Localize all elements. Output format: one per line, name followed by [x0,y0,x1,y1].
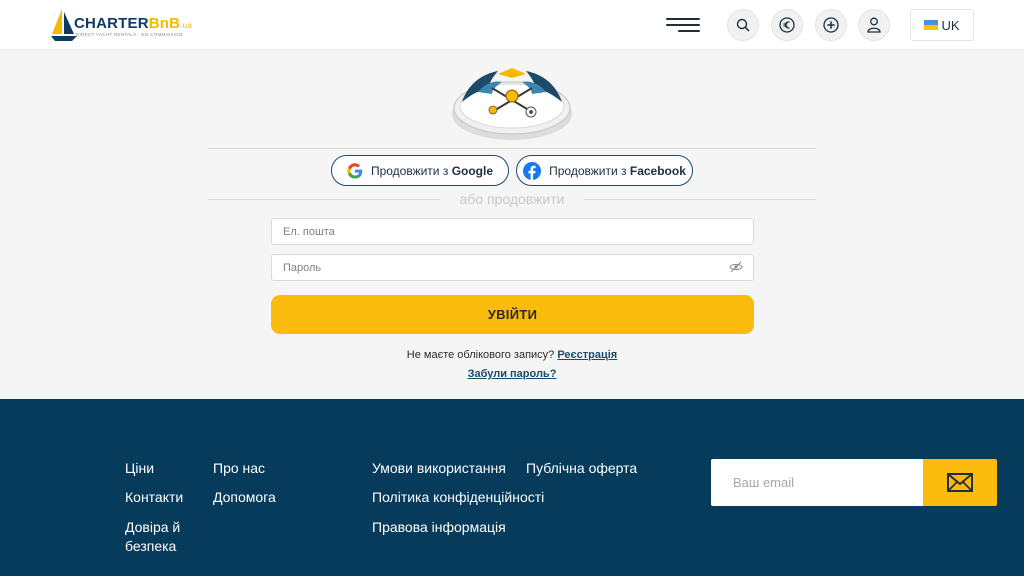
logo-wordmark: CHARTERBnB.ua [74,15,192,32]
email-field[interactable] [271,218,754,245]
add-listing-button[interactable] [815,9,847,41]
charterbnb-logo[interactable]: CHARTERBnB.ua DIRECT YACHT RENTALS · NO … [50,6,210,42]
facebook-login-label: Продовжити з Facebook [549,163,686,178]
footer-link-legal[interactable]: Правова інформація [372,518,506,537]
no-account-text: Не маєте облікового запису? [406,349,555,361]
menu-button[interactable] [666,16,700,34]
footer-link-trust-safety[interactable]: Довіра й безпека [125,518,195,556]
account-button[interactable] [858,9,890,41]
menu-icon [678,30,700,32]
footer-link-prices[interactable]: Ціни [125,459,154,478]
footer-link-privacy[interactable]: Політика конфіденційності [372,488,544,507]
search-button[interactable] [727,9,759,41]
envelope-icon [947,473,973,492]
login-submit-button[interactable]: УВІЙТИ [271,295,754,334]
flag-ua-icon [924,20,939,30]
search-icon [736,18,750,32]
menu-icon [666,24,700,26]
google-login-button[interactable]: Продовжити з Google [331,155,509,186]
top-divider [208,148,816,149]
eye-toggle-icon[interactable] [729,261,743,273]
language-selector[interactable]: UK [910,9,974,41]
nautical-emblem-image [452,68,572,140]
forgot-password-link[interactable]: Забули пароль? [468,368,557,380]
newsletter-form [711,459,997,506]
footer-link-about[interactable]: Про нас [213,459,265,478]
logo-tagline: DIRECT YACHT RENTALS · NO COMMISSION [76,32,183,37]
forgot-password-line: Забули пароль? [0,368,1024,380]
footer-link-help[interactable]: Допомога [213,488,276,507]
currency-button[interactable] [771,9,803,41]
newsletter-email-input[interactable] [711,459,923,506]
site-header: CHARTERBnB.ua DIRECT YACHT RENTALS · NO … [0,0,1024,50]
register-link[interactable]: Реєстрація [557,349,617,361]
facebook-login-button[interactable]: Продовжити з Facebook [516,155,693,186]
newsletter-submit-button[interactable] [923,459,997,506]
menu-icon [666,18,700,20]
plus-circle-icon [823,17,839,33]
no-account-line: Не маєте облікового запису? Реєстрація [0,349,1024,361]
language-label: UK [941,17,960,33]
facebook-icon [523,161,542,180]
footer-link-terms[interactable]: Умови використання [372,459,506,478]
google-login-label: Продовжити з Google [370,163,494,178]
footer-link-contacts[interactable]: Контакти [125,488,183,507]
password-field[interactable] [271,254,754,281]
or-continue-text: або продовжити [440,191,584,209]
footer-link-public-offer[interactable]: Публічна оферта [526,459,637,478]
euro-icon [779,17,795,33]
google-icon [347,162,363,179]
user-icon [867,17,881,33]
